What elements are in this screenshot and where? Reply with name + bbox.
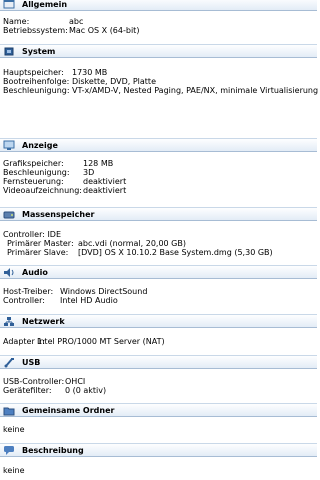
row-value: OHCI — [65, 377, 86, 386]
section-title-netzwerk: Netzwerk — [22, 317, 65, 326]
row-value: 0 (0 aktiv) — [65, 386, 107, 395]
section-title-usb: USB — [22, 358, 41, 367]
row-key: Primärer Slave: — [7, 248, 69, 257]
section-header-gemeinsame-ordner[interactable]: Gemeinsame Ordner — [0, 403, 317, 417]
row-key: Videoaufzeichnung: — [3, 186, 82, 195]
row-value: Intel HD Audio — [60, 296, 118, 305]
hard-disk-icon — [3, 209, 15, 220]
row-key: Beschleunigung: — [3, 168, 70, 177]
row-key: USB-Controller: — [3, 377, 65, 386]
row-value: 1730 MB — [72, 68, 108, 77]
section-header-netzwerk[interactable]: Netzwerk — [0, 314, 317, 328]
row-key: Gerätefilter: — [3, 386, 52, 395]
section-header-usb[interactable]: USB — [0, 355, 317, 369]
row-value: abc — [69, 17, 84, 26]
row-key: Name: — [3, 17, 30, 26]
monitor-icon — [3, 140, 15, 151]
section-header-anzeige[interactable]: Anzeige — [0, 138, 317, 152]
section-header-beschreibung[interactable]: Beschreibung — [0, 443, 317, 457]
row-value: 3D — [83, 168, 95, 177]
row-value: VT-x/AMD-V, Nested Paging, PAE/NX, minim… — [72, 86, 319, 95]
section-title-audio: Audio — [22, 268, 48, 277]
speech-bubble-icon — [3, 445, 15, 456]
section-title-system: System — [22, 47, 56, 56]
row-value: Mac OS X (64-bit) — [69, 26, 140, 35]
section-header-system[interactable]: System — [0, 44, 317, 58]
storage-controller-label: Controller: IDE — [3, 230, 62, 239]
general-settings-icon — [3, 0, 15, 10]
section-title-anzeige: Anzeige — [22, 141, 58, 150]
row-value: Windows DirectSound — [60, 287, 148, 296]
chip-icon — [3, 46, 15, 57]
speaker-icon — [3, 267, 15, 278]
row-value: 128 MB — [83, 159, 114, 168]
description-value: keine — [3, 466, 25, 475]
row-key: Host-Treiber: — [3, 287, 54, 296]
row-key: Betriebssystem: — [3, 26, 68, 35]
row-key: Bootreihenfolge: — [3, 77, 70, 86]
section-title-beschreibung: Beschreibung — [22, 446, 84, 455]
section-title-allgemein: Allgemein — [22, 0, 68, 9]
row-key: Beschleunigung: — [3, 86, 70, 95]
row-key: Grafikspeicher: — [3, 159, 64, 168]
section-title-massenspeicher: Massenspeicher — [22, 210, 95, 219]
row-value: deaktiviert — [83, 186, 127, 195]
row-value: deaktiviert — [83, 177, 127, 186]
row-value: abc.vdi (normal, 20,00 GB) — [78, 239, 186, 248]
network-icon — [3, 316, 15, 327]
row-key: Primärer Master: — [7, 239, 74, 248]
row-value: [DVD] OS X 10.10.2 Base System.dmg (5,30… — [78, 248, 273, 257]
row-key: Controller: — [3, 296, 45, 305]
section-header-massenspeicher[interactable]: Massenspeicher — [0, 207, 317, 221]
row-value: Intel PRO/1000 MT Server (NAT) — [37, 337, 165, 346]
section-header-allgemein[interactable]: Allgemein — [0, 0, 317, 11]
section-title-gemeinsame-ordner: Gemeinsame Ordner — [22, 406, 115, 415]
section-header-audio[interactable]: Audio — [0, 265, 317, 279]
shared-folders-value: keine — [3, 425, 25, 434]
row-key: Fernsteuerung: — [3, 177, 64, 186]
row-value: Diskette, DVD, Platte — [72, 77, 156, 86]
row-key: Hauptspeicher: — [3, 68, 64, 77]
folder-icon — [3, 405, 15, 416]
usb-icon — [3, 357, 15, 368]
